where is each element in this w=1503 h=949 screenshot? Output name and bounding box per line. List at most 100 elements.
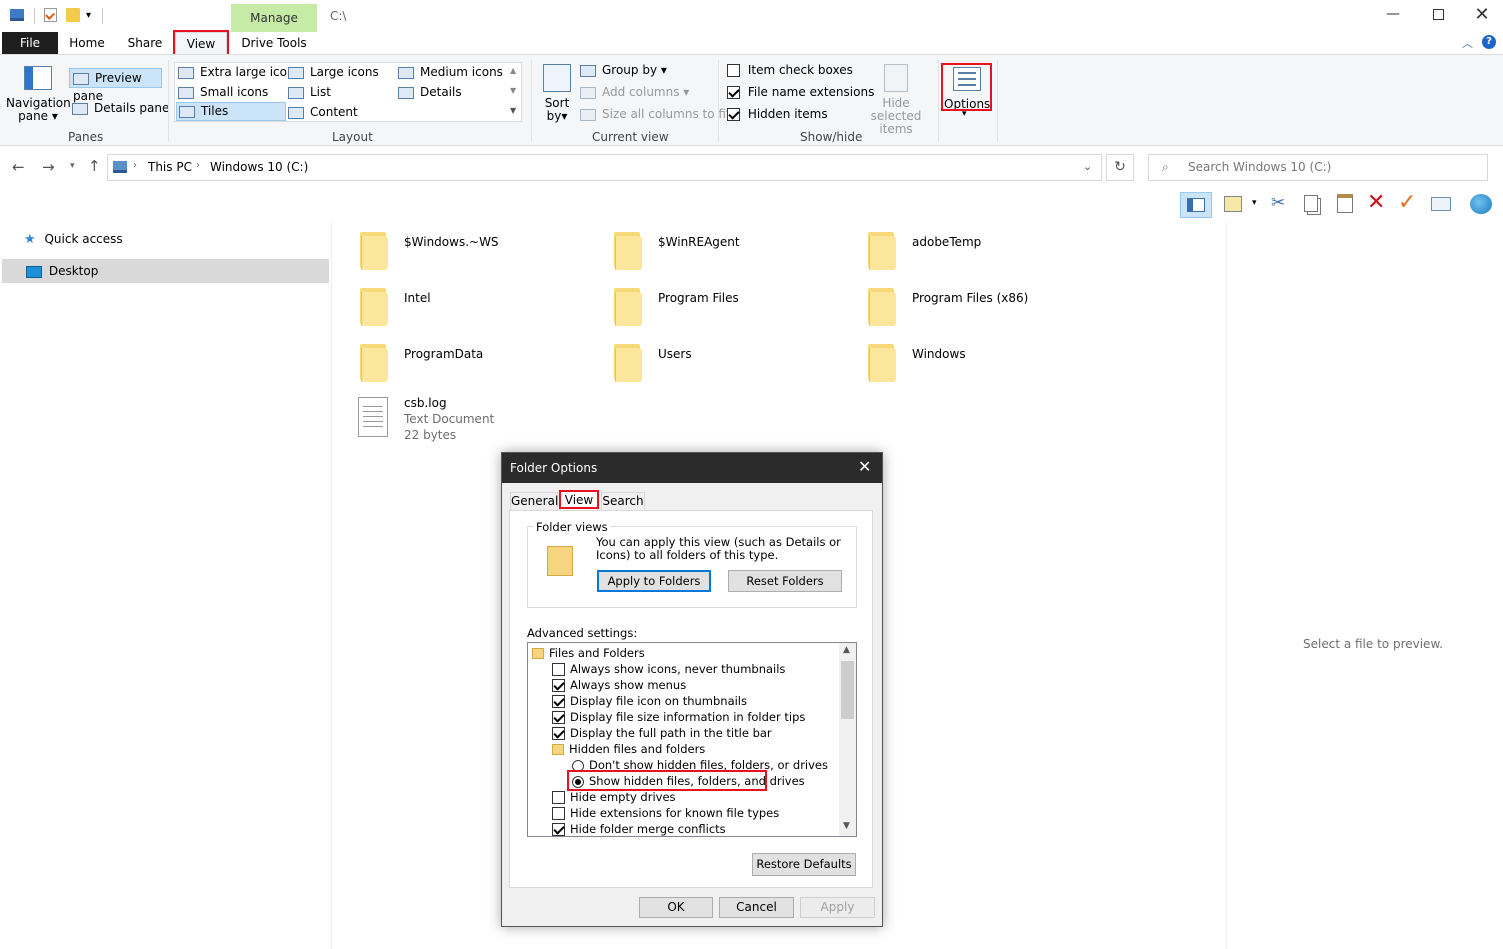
options-dropdown-icon[interactable]: ▾ [962, 109, 967, 119]
new-folder-icon[interactable] [66, 8, 80, 22]
advanced-setting-row[interactable]: Hide folder merge conflicts [552, 821, 726, 836]
breadcrumb-windows-10[interactable]: Windows 10 (C:) [210, 160, 308, 174]
dialog-tab-search[interactable]: Search [601, 492, 645, 511]
hidden-items-option[interactable]: Hidden items [727, 106, 828, 122]
advanced-setting-row[interactable]: Don't show hidden files, folders, or dri… [572, 757, 828, 773]
file-tile-folder[interactable]: Intel [356, 286, 596, 332]
network-globe-icon[interactable] [1470, 194, 1492, 214]
size-columns-button[interactable]: Size all columns to fit [580, 106, 731, 122]
hidden-items-checkbox[interactable] [727, 108, 740, 121]
advanced-setting-row[interactable]: Hide empty drives [552, 789, 676, 805]
file-tile-folder[interactable]: Users [610, 342, 850, 388]
customize-qat-icon[interactable]: ▾ [86, 10, 91, 21]
item-check-boxes-option[interactable]: Item check boxes [727, 62, 853, 78]
refresh-button[interactable]: ↻ [1106, 154, 1134, 181]
file-name-extensions-checkbox[interactable] [727, 86, 740, 99]
up-button[interactable]: ↑ [88, 157, 101, 175]
setting-checkbox[interactable] [552, 695, 565, 708]
restore-defaults-button[interactable]: Restore Defaults [752, 853, 856, 876]
hide-selected-button[interactable]: Hide selected items [858, 97, 934, 136]
layout-scroll-down-icon[interactable]: ▼ [510, 86, 516, 95]
details-pane-button[interactable]: Details pane [72, 99, 169, 117]
dialog-tab-view[interactable]: View [560, 490, 598, 511]
properties-icon[interactable] [44, 8, 57, 22]
preview-pane-divider[interactable] [1226, 222, 1227, 949]
rename-check-icon[interactable]: ✓ [1398, 190, 1416, 215]
setting-checkbox[interactable] [552, 807, 565, 820]
setting-radio[interactable] [572, 759, 584, 772]
file-tile-csb-log[interactable]: csb.log Text Document 22 bytes [356, 395, 596, 445]
advanced-setting-row[interactable]: Hide extensions for known file types [552, 805, 779, 821]
view-mode-dropdown-icon[interactable]: ▾ [1252, 198, 1257, 208]
file-tile-folder[interactable]: Program Files (x86) [864, 286, 1104, 332]
file-tile-folder[interactable]: Program Files [610, 286, 850, 332]
preview-pane-button[interactable]: Preview pane [69, 68, 162, 103]
group-by-button[interactable]: Group by ▾ [580, 62, 667, 78]
navigation-pane-button[interactable]: Navigation pane ▾ [6, 97, 71, 123]
setting-checkbox[interactable] [552, 711, 565, 724]
scroll-down-icon[interactable]: ▼ [843, 821, 850, 831]
layout-details[interactable]: Details [398, 84, 462, 100]
nav-pane-divider[interactable] [331, 222, 332, 949]
dialog-close-button[interactable]: ✕ [858, 457, 871, 476]
setting-checkbox[interactable] [552, 679, 565, 692]
item-check-boxes-checkbox[interactable] [727, 64, 740, 77]
ribbon-minimize-icon[interactable]: ︿ [1462, 35, 1473, 51]
advanced-setting-row[interactable]: Display the full path in the title bar [552, 725, 772, 741]
apply-button[interactable]: Apply [800, 897, 875, 918]
help-icon[interactable]: ? [1482, 35, 1496, 49]
scroll-up-icon[interactable]: ▲ [843, 645, 850, 655]
cancel-button[interactable]: Cancel [719, 897, 794, 918]
file-tile-folder[interactable]: ProgramData [356, 342, 596, 388]
tab-drive-tools[interactable]: Drive Tools [233, 32, 315, 54]
layout-list[interactable]: List [288, 84, 331, 100]
file-tile-folder[interactable]: $WinREAgent [610, 230, 850, 276]
breadcrumb-this-pc[interactable]: This PC [148, 160, 192, 174]
advanced-setting-row[interactable]: Display file icon on thumbnails [552, 693, 747, 709]
recent-locations-icon[interactable]: ▾ [70, 161, 75, 171]
tab-share[interactable]: Share [120, 32, 170, 54]
file-tile-folder[interactable]: $Windows.~WS [356, 230, 596, 276]
paste-icon[interactable] [1337, 194, 1353, 213]
nav-item-quick-access[interactable]: ★ Quick access [24, 230, 324, 248]
advanced-setting-row[interactable]: Always show icons, never thumbnails [552, 661, 785, 677]
layout-scroll-up-icon[interactable]: ▲ [510, 66, 516, 75]
layout-large-icons[interactable]: Large icons [288, 64, 379, 80]
sort-by-button[interactable]: Sort by▾ [540, 97, 574, 123]
advanced-setting-row[interactable]: Display file size information in folder … [552, 709, 805, 725]
tab-file[interactable]: File [2, 32, 58, 54]
layout-small-icons[interactable]: Small icons [178, 84, 268, 100]
file-name-extensions-option[interactable]: File name extensions [727, 84, 874, 100]
file-tile-folder[interactable]: adobeTemp [864, 230, 1104, 276]
setting-radio[interactable] [572, 775, 584, 788]
maximize-button[interactable] [1416, 0, 1462, 30]
search-input[interactable]: Search Windows 10 (C:) [1188, 160, 1331, 174]
properties-card-icon[interactable] [1431, 197, 1451, 211]
delete-icon[interactable]: ✕ [1367, 190, 1385, 215]
close-button[interactable]: ✕ [1462, 0, 1502, 30]
file-tile-folder[interactable]: Windows [864, 342, 1104, 388]
apply-to-folders-button[interactable]: Apply to Folders [597, 570, 711, 592]
manage-tab[interactable]: Manage [231, 4, 317, 32]
add-columns-button[interactable]: Add columns ▾ [580, 84, 689, 100]
reset-folders-button[interactable]: Reset Folders [728, 570, 842, 592]
tab-home[interactable]: Home [62, 32, 112, 54]
tab-view[interactable]: View [175, 32, 227, 54]
minimize-button[interactable]: — [1370, 0, 1416, 30]
dialog-tab-general[interactable]: General [510, 492, 558, 511]
layout-expand-icon[interactable]: ▼ [510, 106, 516, 115]
view-mode-icon[interactable] [1224, 196, 1242, 212]
copy-icon[interactable] [1304, 195, 1318, 212]
ok-button[interactable]: OK [639, 897, 713, 918]
setting-checkbox[interactable] [552, 791, 565, 804]
cut-icon[interactable]: ✂ [1271, 193, 1285, 213]
layout-content[interactable]: Content [288, 104, 358, 120]
layout-extra-large-icons[interactable]: Extra large icons [178, 64, 301, 80]
options-button[interactable]: Options [944, 97, 990, 111]
setting-checkbox[interactable] [552, 727, 565, 740]
layout-medium-icons[interactable]: Medium icons [398, 64, 503, 80]
tree-scrollbar[interactable]: ▲ ▼ [839, 643, 856, 836]
back-button[interactable]: ← [12, 158, 25, 176]
advanced-setting-row[interactable]: Show hidden files, folders, and drives [572, 773, 805, 789]
advanced-setting-row[interactable]: Always show menus [552, 677, 686, 693]
